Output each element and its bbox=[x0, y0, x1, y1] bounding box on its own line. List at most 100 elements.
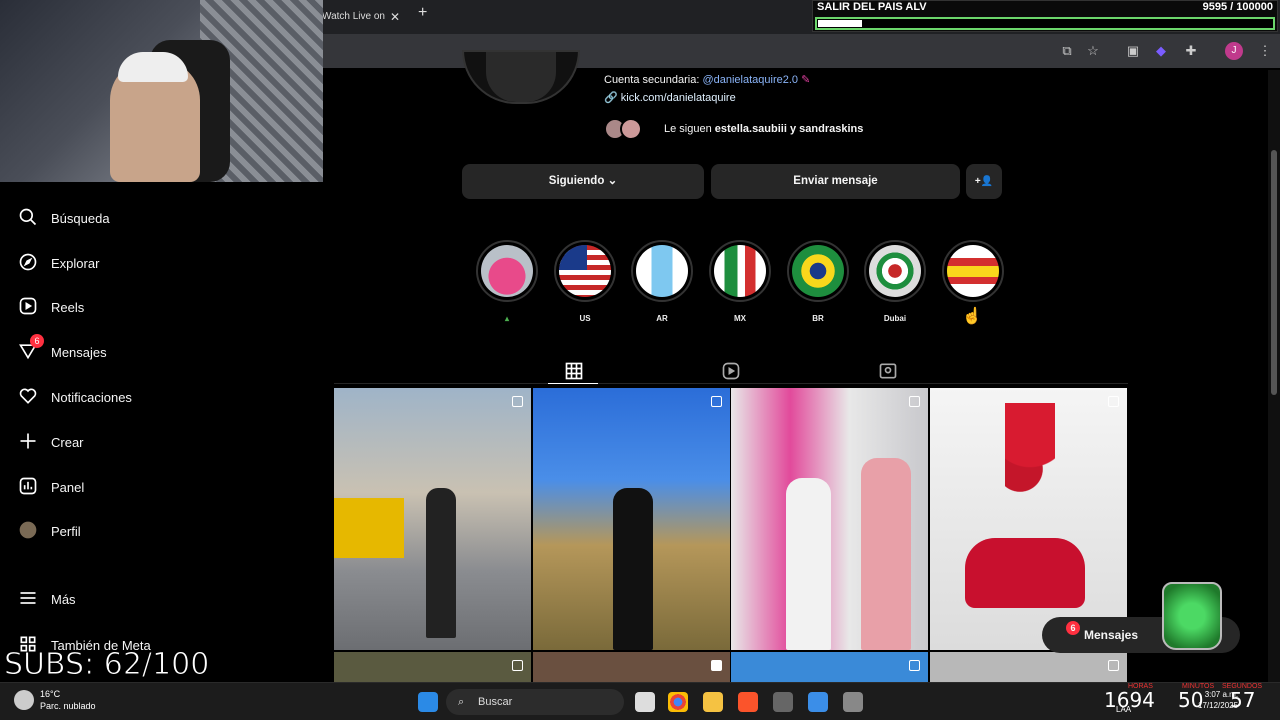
browser-tab[interactable]: Watch Live on ✕ bbox=[318, 4, 406, 30]
sidebar-item-panel[interactable]: Panel bbox=[18, 472, 84, 502]
link-icon: 🔗 bbox=[604, 92, 618, 104]
profile-picture[interactable] bbox=[462, 50, 580, 104]
donation-jar-overlay bbox=[1162, 582, 1222, 650]
highlight-item[interactable]: MX bbox=[709, 240, 771, 323]
kebab-menu-icon[interactable]: ⋮ bbox=[1256, 42, 1274, 60]
heart-icon bbox=[18, 386, 40, 408]
search-icon bbox=[18, 207, 40, 229]
profile-tabs bbox=[334, 355, 1128, 385]
sidebar-item-label: Explorar bbox=[51, 255, 100, 271]
bookmark-star-icon[interactable]: ☆ bbox=[1084, 42, 1102, 60]
weather-icon bbox=[14, 690, 34, 710]
cast-icon[interactable]: ⧉ bbox=[1058, 42, 1076, 60]
highlight-label: Dubai bbox=[883, 314, 907, 323]
multi-photo-icon bbox=[1108, 396, 1119, 407]
secondary-account-link[interactable]: @danielataquire2.0 bbox=[702, 74, 798, 86]
tab-close-icon[interactable]: ✕ bbox=[390, 4, 400, 30]
weather-widget[interactable]: 16°C Parc. nublado bbox=[14, 688, 96, 712]
goal-count: 9595 / 100000 bbox=[1202, 1, 1273, 13]
windows-start-icon[interactable] bbox=[418, 692, 438, 712]
highlight-item[interactable]: US bbox=[554, 240, 616, 323]
green-marker-icon: ▴ bbox=[504, 314, 509, 323]
messages-badge: 6 bbox=[30, 334, 44, 348]
highlight-label: US bbox=[579, 314, 591, 323]
reels-icon bbox=[18, 296, 40, 318]
video-icon bbox=[711, 660, 722, 671]
highlight-item[interactable]: ▴ bbox=[476, 240, 538, 323]
profile-link[interactable]: 🔗 kick.com/danielataquire bbox=[604, 91, 736, 104]
sidebar-item-reels[interactable]: Reels bbox=[18, 292, 84, 322]
app-icon[interactable] bbox=[773, 692, 793, 712]
profile-avatar[interactable]: J bbox=[1225, 42, 1243, 60]
plus-icon bbox=[18, 431, 40, 453]
post-thumbnail[interactable] bbox=[334, 652, 531, 682]
task-view-icon[interactable] bbox=[635, 692, 655, 712]
sidebar-item-profile[interactable]: Perfil bbox=[18, 516, 81, 546]
stream-goal-overlay: SALIR DEL PAIS ALV 9595 / 100000 bbox=[812, 0, 1278, 32]
post-thumbnail[interactable] bbox=[930, 652, 1127, 682]
grid-icon[interactable] bbox=[564, 361, 584, 381]
highlight-item[interactable]: AR bbox=[631, 240, 693, 323]
extension-icon[interactable]: ▣ bbox=[1124, 42, 1142, 60]
app-icon[interactable] bbox=[808, 692, 828, 712]
brave-icon[interactable] bbox=[738, 692, 758, 712]
tab-title: Watch Live on bbox=[322, 11, 385, 22]
sidebar-item-label: Más bbox=[51, 591, 76, 607]
sidebar-item-explore[interactable]: Explorar bbox=[18, 248, 99, 278]
messenger-icon: 6 bbox=[18, 334, 44, 363]
sidebar-item-notifications[interactable]: Notificaciones bbox=[18, 382, 132, 412]
multi-photo-icon bbox=[1108, 660, 1119, 671]
chrome-icon[interactable] bbox=[668, 692, 688, 712]
highlight-item[interactable] bbox=[942, 240, 1004, 314]
goal-progress-bar bbox=[815, 17, 1275, 30]
post-thumbnail[interactable] bbox=[731, 652, 928, 682]
puzzle-icon[interactable]: ✚ bbox=[1182, 42, 1200, 60]
goal-title: SALIR DEL PAIS ALV bbox=[817, 1, 927, 13]
multi-photo-icon bbox=[512, 396, 523, 407]
follower-avatar bbox=[620, 118, 642, 140]
highlight-label: AR bbox=[656, 314, 668, 323]
highlight-item[interactable]: BR bbox=[787, 240, 849, 323]
post-thumbnail[interactable] bbox=[533, 652, 730, 682]
language-indicator[interactable]: LAA bbox=[1116, 705, 1131, 714]
taskbar-search[interactable]: ⌕ Buscar bbox=[446, 689, 624, 715]
messages-pill-badge: 6 bbox=[1066, 621, 1080, 635]
post-thumbnail[interactable] bbox=[731, 388, 928, 650]
sidebar-item-label: Panel bbox=[51, 479, 85, 495]
add-user-icon[interactable]: +👤 bbox=[966, 164, 1002, 199]
profile-avatar-icon bbox=[18, 520, 40, 542]
sidebar-item-messages[interactable]: 6 Mensajes bbox=[18, 334, 107, 367]
following-button[interactable]: Siguiendo ⌄ bbox=[462, 164, 704, 199]
multi-photo-icon bbox=[512, 660, 523, 671]
settings-icon[interactable] bbox=[843, 692, 863, 712]
sidebar-item-create[interactable]: Crear bbox=[18, 427, 84, 457]
sidebar-item-more[interactable]: Más bbox=[18, 584, 76, 614]
new-tab-button[interactable]: + bbox=[418, 4, 427, 22]
post-thumbnail[interactable] bbox=[533, 388, 730, 650]
pencil-icon: ✎ bbox=[801, 74, 811, 86]
send-message-button[interactable]: Enviar mensaje bbox=[711, 164, 960, 199]
file-explorer-icon[interactable] bbox=[703, 692, 723, 712]
goal-progress-fill bbox=[818, 20, 862, 27]
sidebar-item-label: Reels bbox=[51, 299, 85, 315]
system-clock[interactable]: 3:07 a.m. 17/12/2025 bbox=[1198, 689, 1238, 711]
followed-by[interactable]: Le siguen estella.saubiii y sandraskins bbox=[604, 116, 863, 142]
multi-photo-icon bbox=[711, 396, 722, 407]
page-scrollbar[interactable] bbox=[1268, 70, 1280, 682]
webcam-overlay bbox=[0, 0, 323, 182]
search-icon: ⌕ bbox=[458, 696, 465, 708]
extension-purple-icon[interactable]: ◆ bbox=[1152, 42, 1170, 60]
highlight-item[interactable]: Dubai bbox=[864, 240, 926, 323]
sidebar-item-search[interactable]: Búsqueda bbox=[18, 203, 110, 233]
tagged-icon[interactable] bbox=[878, 361, 898, 381]
post-thumbnail[interactable] bbox=[930, 388, 1127, 650]
post-thumbnail[interactable] bbox=[334, 388, 531, 650]
highlight-label: MX bbox=[734, 314, 746, 323]
screen: Watch Live on ✕ + ⧉ ☆ ▣ ◆ ✚ J ⋮ SALIR DE… bbox=[0, 0, 1280, 720]
chart-icon bbox=[18, 476, 40, 498]
sidebar-item-label: Búsqueda bbox=[51, 210, 110, 226]
subs-goal-overlay: SUBS: 62/100 bbox=[3, 647, 210, 683]
reels-tab-icon[interactable] bbox=[721, 361, 741, 381]
multi-photo-icon bbox=[909, 396, 920, 407]
secondary-account: Cuenta secundaria: @danielataquire2.0 ✎ bbox=[604, 74, 811, 86]
